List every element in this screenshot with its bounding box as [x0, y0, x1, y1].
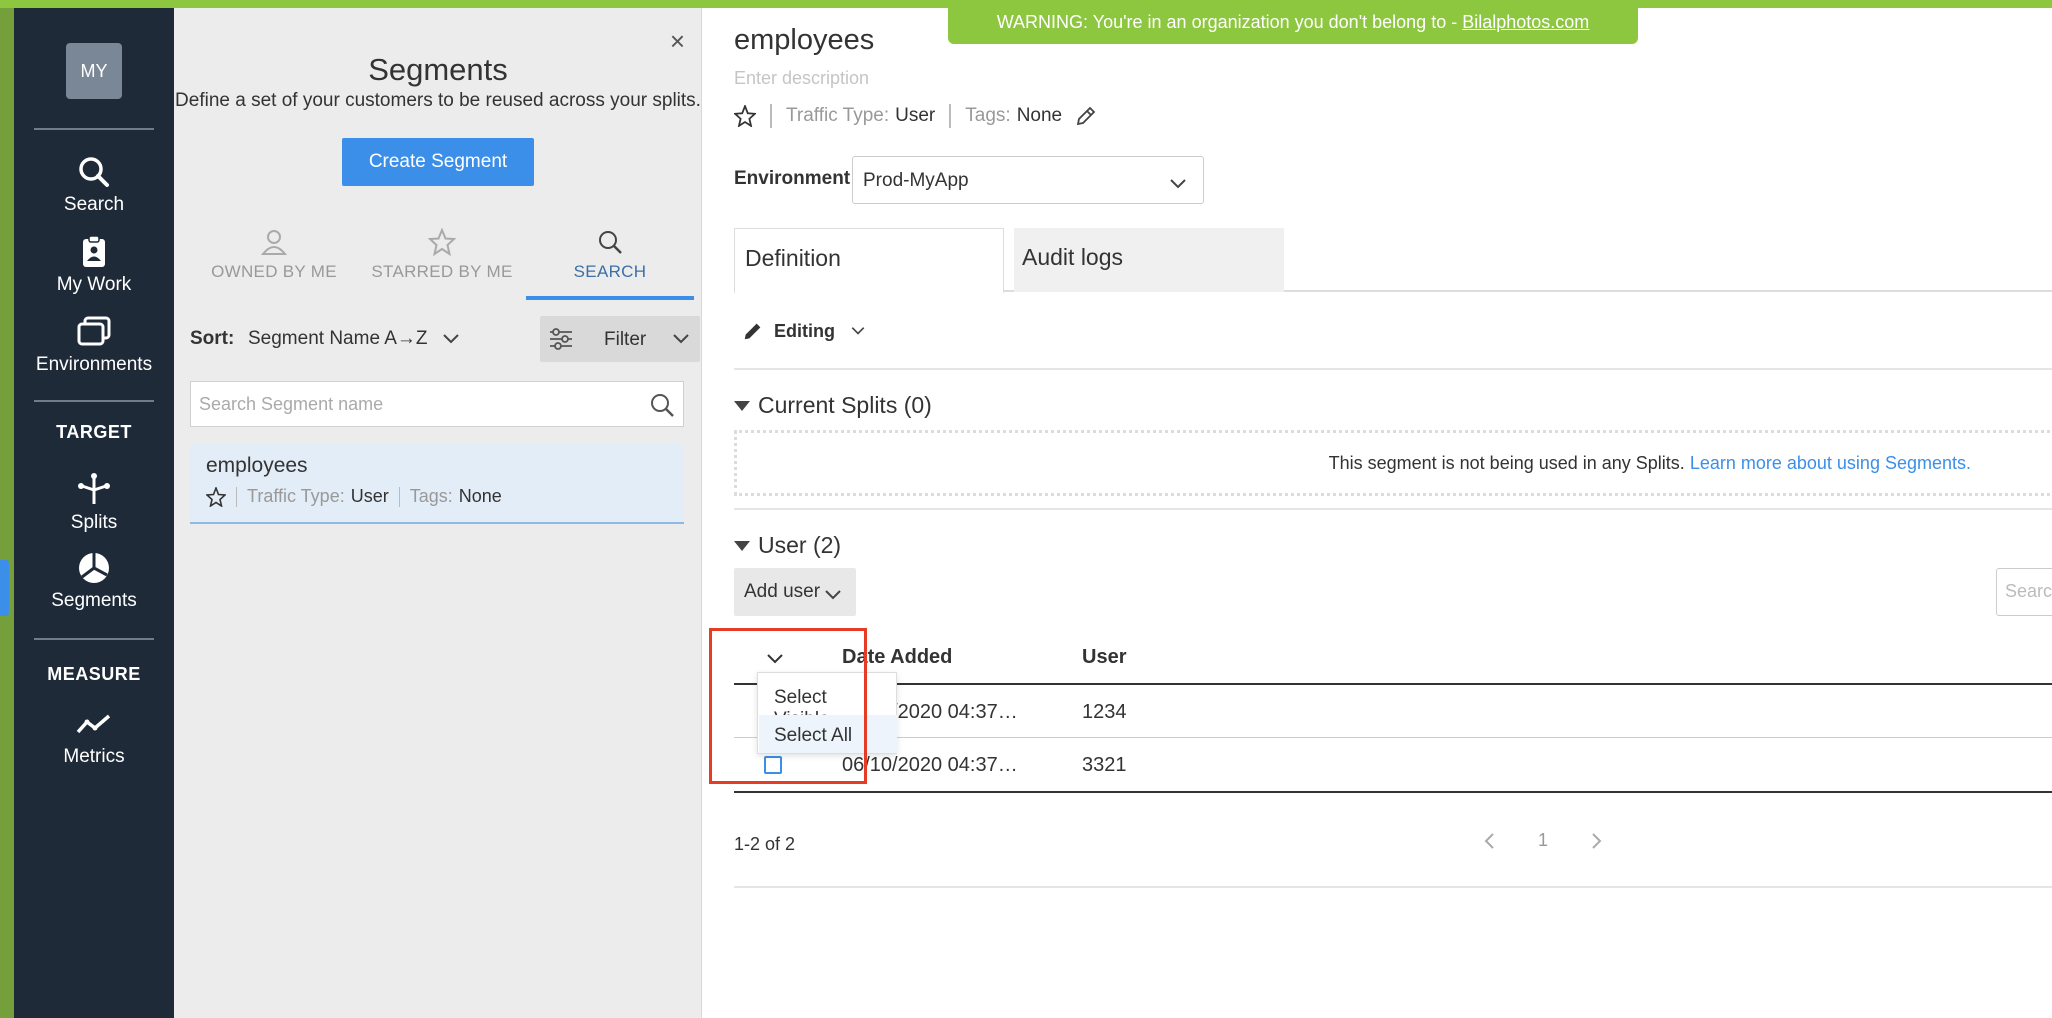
split-icon	[78, 473, 110, 504]
filter-button[interactable]: Filter	[540, 316, 700, 362]
current-splits-header[interactable]: Current Splits (0)	[734, 392, 932, 419]
chevron-down-icon	[825, 590, 841, 600]
segment-meta: Traffic Type: User Tags: None	[206, 486, 502, 507]
tab-starred-by-me[interactable]: STARRED BY ME	[358, 220, 526, 300]
window-edge	[0, 8, 14, 1018]
environment-label: Environment	[734, 168, 851, 189]
nav-divider	[34, 638, 154, 640]
highlight-box	[709, 628, 867, 784]
segment-meta-row: Traffic Type: User Tags: None	[734, 104, 1098, 128]
table-cell-date: 06/10/2020 04:37…	[842, 754, 1018, 776]
nav-section-measure: MEASURE	[47, 664, 141, 684]
tab-definition[interactable]: Definition	[734, 228, 1004, 294]
org-warning-banner: WARNING: You're in an organization you d…	[948, 0, 1638, 44]
table-header-rule	[734, 683, 2052, 685]
avatar[interactable]: MY	[66, 43, 122, 99]
nav-item-search[interactable]: Search	[14, 154, 174, 216]
chevron-down-icon	[851, 327, 865, 335]
nav-item-label: Search	[63, 194, 125, 215]
splits-empty-state: This segment is not being used in any Sp…	[734, 430, 2052, 496]
detail-tabs: Definition Audit logs	[734, 220, 2052, 294]
star-icon	[428, 228, 456, 256]
segments-panel: × Segments Define a set of your customer…	[174, 8, 702, 1018]
left-nav: MY Search My Work Environments TARGET Sp…	[0, 8, 174, 1018]
star-icon[interactable]	[206, 486, 226, 507]
nav-item-label: Environments	[35, 354, 153, 375]
segment-detail: WARNING: You're in an organization you d…	[702, 0, 2052, 1018]
add-user-button[interactable]: Add user	[734, 568, 856, 616]
nav-item-label: My Work	[56, 274, 132, 295]
divider	[734, 886, 2052, 888]
nav-active-indicator	[0, 560, 9, 616]
filter-label: Filter	[604, 329, 647, 350]
pencil-icon[interactable]	[1074, 104, 1098, 128]
nav-item-label: Segments	[51, 590, 137, 611]
description-field[interactable]: Enter description	[734, 68, 869, 89]
sort-select[interactable]: Segment Name A→Z	[248, 328, 428, 350]
pie-icon	[79, 553, 109, 583]
user-section-header[interactable]: User (2)	[734, 532, 841, 559]
chevron-down-icon	[673, 334, 689, 344]
table-bottom-rule	[734, 791, 2052, 793]
pagination: 1	[1482, 830, 1604, 851]
divider	[734, 368, 2052, 370]
search-icon	[79, 157, 109, 187]
windows-icon	[77, 316, 111, 346]
tab-audit-logs[interactable]: Audit logs	[1014, 228, 1284, 292]
divider	[734, 508, 2052, 510]
segment-search-input[interactable]	[199, 392, 619, 416]
table-cell-user: 1234	[1082, 701, 1127, 723]
sort-row: Sort: Segment Name A→Z Filter	[190, 316, 700, 362]
pagination-info: 1-2 of 2	[734, 834, 796, 854]
environment-select[interactable]: Prod-MyApp	[852, 156, 1204, 204]
tab-owned-by-me[interactable]: OWNED BY ME	[190, 220, 358, 300]
nav-item-environments[interactable]: Environments	[14, 314, 174, 376]
user-search-input[interactable]	[2005, 581, 2052, 602]
nav-item-my-work[interactable]: My Work	[14, 234, 174, 296]
nav-item-label: Metrics	[63, 746, 125, 767]
editing-dropdown[interactable]: Editing	[742, 320, 867, 342]
panel-subtitle: Define a set of your customers to be reu…	[175, 90, 701, 111]
page-title: employees	[734, 24, 875, 56]
star-icon[interactable]	[734, 105, 756, 127]
app-frame: MY Search My Work Environments TARGET Sp…	[0, 0, 2052, 1018]
nav-divider	[34, 400, 154, 402]
caret-down-icon	[734, 540, 750, 551]
segment-list-item[interactable]: employees Traffic Type: User Tags: None	[190, 444, 684, 524]
chevron-down-icon[interactable]	[440, 328, 462, 350]
nav-item-metrics[interactable]: Metrics	[14, 706, 174, 768]
pencil-icon	[744, 323, 761, 340]
chevron-down-icon	[1170, 179, 1186, 189]
org-warning-link[interactable]: Bilalphotos.com	[1462, 12, 1589, 32]
nav-item-segments[interactable]: Segments	[14, 550, 174, 612]
sort-label: Sort:	[190, 328, 235, 349]
table-cell-user: 3321	[1082, 754, 1127, 776]
sliders-icon	[550, 328, 572, 350]
nav-divider	[34, 128, 154, 130]
create-segment-button[interactable]: Create Segment	[342, 138, 534, 186]
nav-item-splits[interactable]: Splits	[14, 472, 174, 534]
column-header-user[interactable]: User	[1082, 646, 1126, 669]
nav-section-target: TARGET	[56, 422, 132, 442]
tab-search[interactable]: SEARCH	[526, 220, 694, 300]
panel-title: Segments	[368, 52, 508, 87]
page-number[interactable]: 1	[1538, 830, 1548, 851]
person-icon	[260, 230, 288, 255]
segment-name: employees	[206, 454, 308, 477]
clipboard-icon	[83, 235, 105, 267]
nav-item-label: Splits	[70, 512, 118, 533]
caret-down-icon	[734, 400, 750, 411]
segment-tabs: OWNED BY ME STARRED BY ME SEARCH	[190, 220, 694, 300]
search-icon	[599, 231, 622, 254]
user-search-field	[1996, 568, 2052, 616]
chevron-left-icon[interactable]	[1482, 831, 1498, 851]
segment-search-field	[190, 381, 684, 427]
trend-icon	[76, 714, 111, 734]
chevron-right-icon[interactable]	[1588, 831, 1604, 851]
search-icon[interactable]	[649, 392, 675, 418]
learn-more-link[interactable]: Learn more about using Segments.	[1690, 453, 1971, 473]
table-row-divider	[734, 737, 2052, 738]
